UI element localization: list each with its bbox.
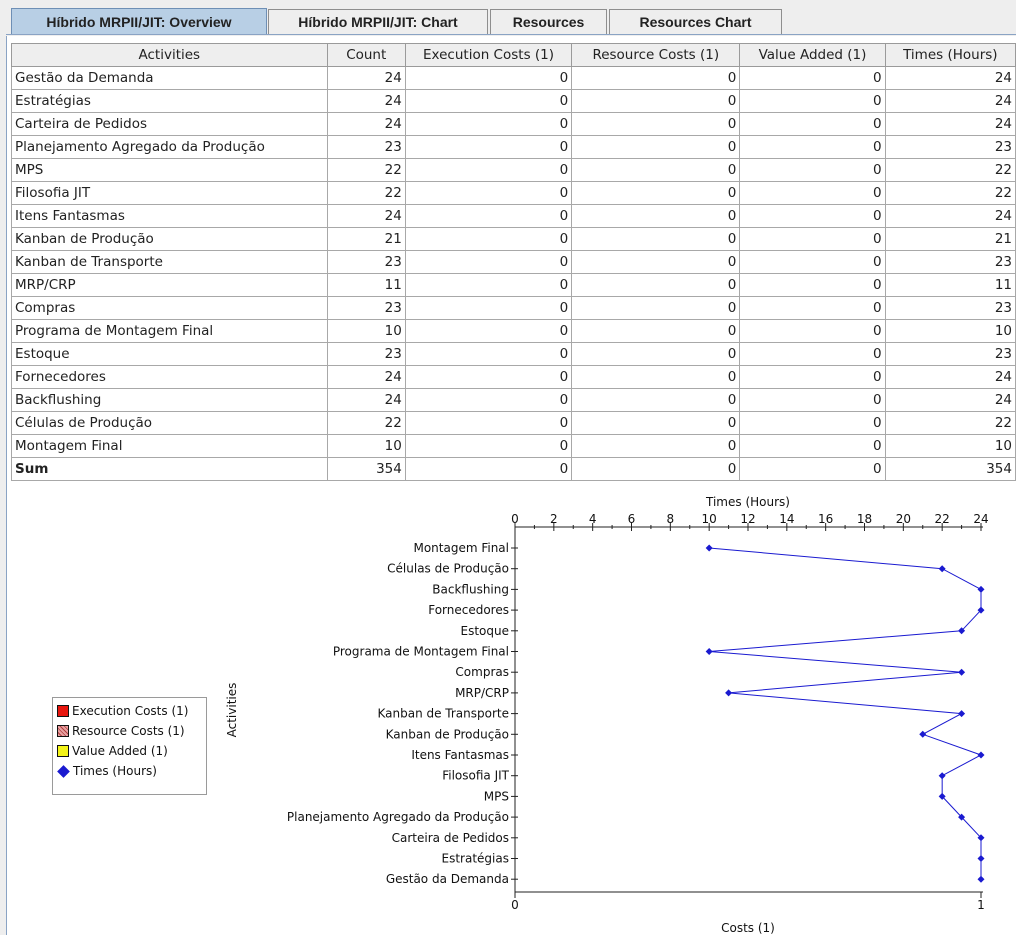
times-chart: Times (Hours)0 2 4 6 8 10 12 14 16 18 20 22 240 1Cost…	[225, 495, 989, 935]
data-point-diamond	[977, 585, 985, 593]
category-label: Estoque	[461, 624, 510, 638]
top-tick-label: 22	[935, 512, 950, 526]
top-tick-label: 2	[550, 512, 558, 526]
data-point-diamond	[977, 751, 985, 759]
bottom-tick-label: 1	[977, 898, 985, 912]
data-point-diamond	[938, 565, 946, 573]
top-tick-label: 20	[896, 512, 911, 526]
category-label: Montagem Final	[413, 541, 509, 555]
category-label: Células de Produção	[387, 562, 509, 576]
data-point-diamond	[977, 875, 985, 883]
category-label: Programa de Montagem Final	[333, 645, 509, 659]
top-tick-label: 4	[589, 512, 597, 526]
data-point-diamond	[919, 730, 927, 738]
data-point-diamond	[705, 648, 713, 655]
top-tick-label: 10	[702, 512, 717, 526]
category-label: MRP/CRP	[455, 686, 509, 700]
top-tick-label: 12	[740, 512, 755, 526]
top-tick-label: 0	[511, 512, 519, 526]
top-tick-label: 8	[667, 512, 675, 526]
data-point-diamond	[725, 689, 733, 697]
data-point-diamond	[705, 544, 713, 552]
top-tick-label: 18	[857, 512, 872, 526]
top-tick-label: 14	[779, 512, 794, 526]
category-label: Carteira de Pedidos	[392, 831, 509, 845]
category-label: Kanban de Transporte	[377, 707, 509, 721]
y-axis-title: Activities	[225, 683, 239, 738]
top-tick-label: 16	[818, 512, 833, 526]
category-label: Planejamento Agregado da Produção	[287, 810, 509, 824]
top-tick-label: 6	[628, 512, 636, 526]
bottom-tick-label: 0	[511, 898, 519, 912]
category-label: Estratégias	[442, 852, 509, 866]
category-label: Backflushing	[432, 582, 509, 596]
top-tick-label: 24	[973, 512, 988, 526]
category-label: Itens Fantasmas	[411, 748, 509, 762]
bottom-axis-title: Costs (1)	[721, 921, 775, 935]
series-line-times	[709, 547, 983, 880]
category-label: Fornecedores	[428, 603, 509, 617]
category-label: Kanban de Produção	[386, 727, 509, 741]
data-point-diamond	[958, 710, 966, 718]
category-label: Gestão da Demanda	[386, 872, 509, 886]
data-point-diamond	[938, 772, 946, 780]
data-point-diamond	[958, 668, 966, 676]
category-label: MPS	[484, 789, 509, 803]
category-label: Filosofia JIT	[442, 769, 509, 783]
category-label: Compras	[455, 665, 509, 679]
top-axis-title: Times (Hours)	[705, 495, 790, 509]
data-point-diamond	[977, 855, 985, 862]
